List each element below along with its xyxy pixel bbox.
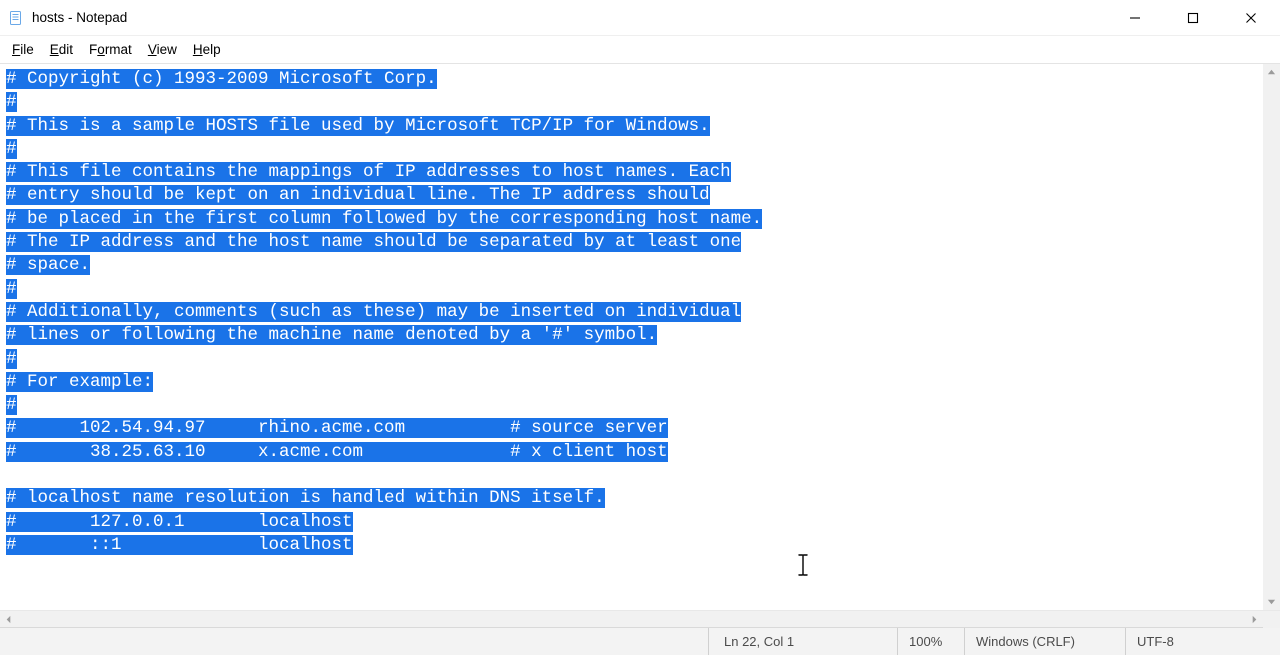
status-spacer	[0, 628, 708, 655]
text-line: # 38.25.63.10 x.acme.com # x client host	[6, 442, 668, 462]
text-editor[interactable]: # Copyright (c) 1993-2009 Microsoft Corp…	[0, 64, 1263, 610]
menu-format[interactable]: Format	[81, 39, 140, 61]
text-line: # space.	[6, 255, 90, 275]
text-line: # This is a sample HOSTS file used by Mi…	[6, 116, 710, 136]
text-line: # This file contains the mappings of IP …	[6, 162, 731, 182]
text-line: # The IP address and the host name shoul…	[6, 232, 741, 252]
text-line: # localhost name resolution is handled w…	[6, 488, 605, 508]
status-zoom: 100%	[898, 628, 964, 655]
status-eol: Windows (CRLF)	[965, 628, 1125, 655]
text-line: # ::1 localhost	[6, 535, 353, 555]
text-line: # entry should be kept on an individual …	[6, 185, 710, 205]
text-line: # 127.0.0.1 localhost	[6, 512, 353, 532]
vertical-scrollbar[interactable]	[1263, 64, 1280, 610]
text-line: #	[6, 92, 17, 112]
menu-edit[interactable]: Edit	[42, 39, 81, 61]
status-caret: Ln 22, Col 1	[709, 628, 897, 655]
scrollbar-corner	[1263, 611, 1280, 628]
text-line: # Copyright (c) 1993-2009 Microsoft Corp…	[6, 69, 437, 89]
titlebar: hosts - Notepad	[0, 0, 1280, 36]
text-line: #	[6, 279, 17, 299]
scroll-up-button[interactable]	[1263, 64, 1280, 81]
hscroll-track[interactable]	[17, 611, 1246, 627]
window-title: hosts - Notepad	[32, 10, 127, 25]
close-button[interactable]	[1222, 0, 1280, 35]
text-line: # lines or following the machine name de…	[6, 325, 657, 345]
text-line: # For example:	[6, 372, 153, 392]
editor-frame: # Copyright (c) 1993-2009 Microsoft Corp…	[0, 64, 1280, 610]
menu-file[interactable]: File	[4, 39, 42, 61]
maximize-button[interactable]	[1164, 0, 1222, 35]
notepad-app-icon	[8, 10, 24, 26]
menu-view[interactable]: View	[140, 39, 185, 61]
window-controls	[1106, 0, 1280, 35]
menu-help[interactable]: Help	[185, 39, 229, 61]
scroll-down-button[interactable]	[1263, 593, 1280, 610]
text-line: # 102.54.94.97 rhino.acme.com # source s…	[6, 418, 668, 438]
text-line: #	[6, 139, 17, 159]
statusbar: Ln 22, Col 1 100% Windows (CRLF) UTF-8	[0, 627, 1280, 655]
text-line: # Additionally, comments (such as these)…	[6, 302, 741, 322]
menubar: File Edit Format View Help	[0, 36, 1280, 64]
text-line: #	[6, 395, 17, 415]
horizontal-scrollbar[interactable]	[0, 610, 1280, 627]
minimize-button[interactable]	[1106, 0, 1164, 35]
status-encoding: UTF-8	[1126, 628, 1280, 655]
text-line: # be placed in the first column followed…	[6, 209, 762, 229]
scroll-right-button[interactable]	[1246, 611, 1263, 628]
scroll-left-button[interactable]	[0, 611, 17, 628]
text-line: #	[6, 349, 17, 369]
